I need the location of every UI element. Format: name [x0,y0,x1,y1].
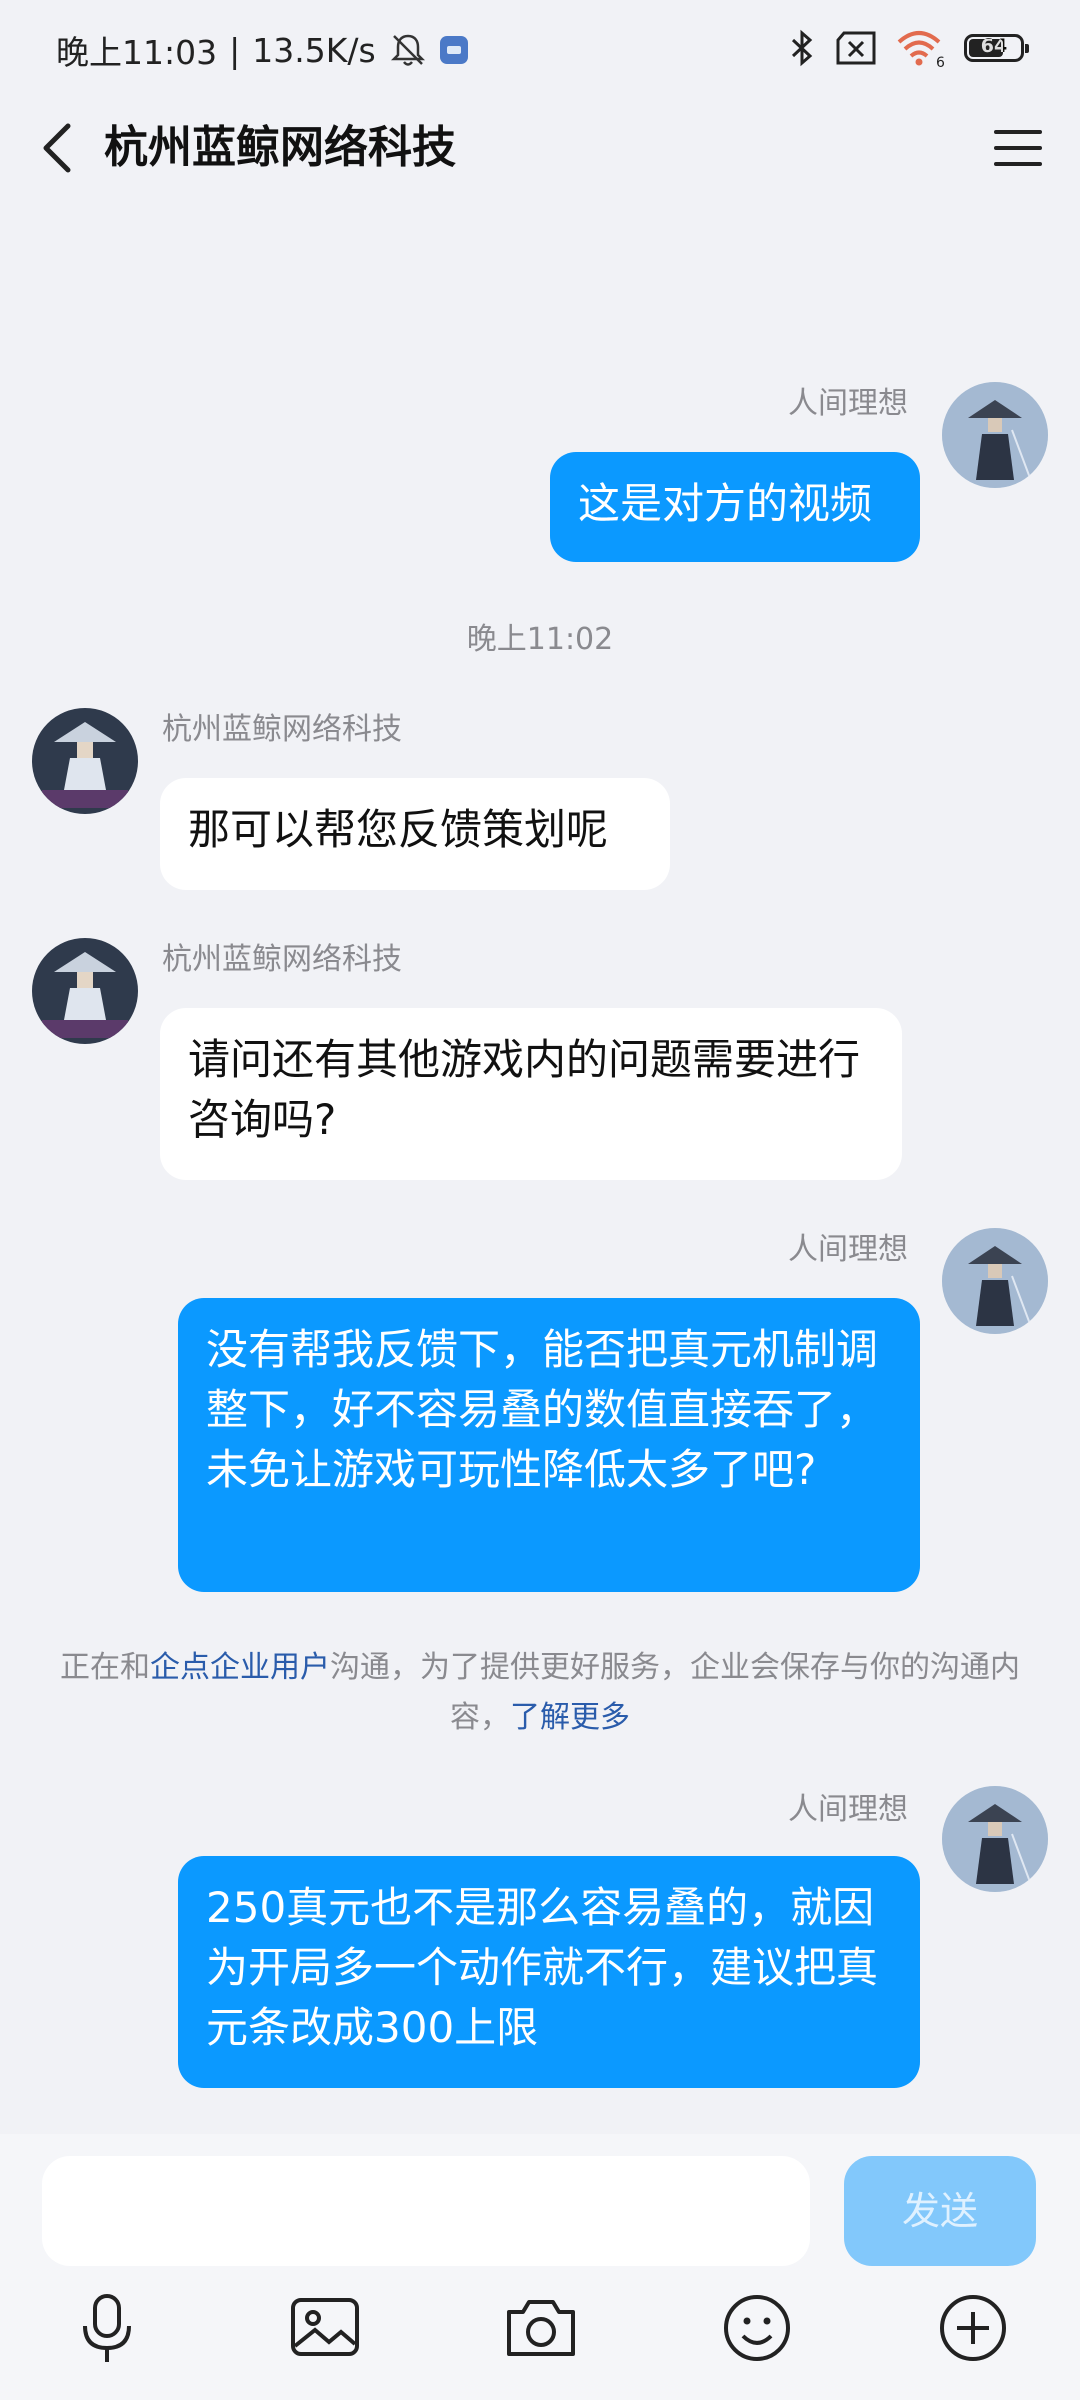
message-bubble-incoming[interactable]: 请问还有其他游戏内的问题需要进行咨询吗? [160,1008,902,1180]
time-separator: 晚上11:02 [466,622,614,657]
send-button[interactable]: 发送 [844,2156,1036,2266]
nav-bar: 杭州蓝鲸网络科技 [0,100,1080,196]
message-bubble-outgoing[interactable]: 没有帮我反馈下，能否把真元机制调整下，好不容易叠的数值直接吞了，未免让游戏可玩性… [178,1298,920,1592]
message-sender: 杭州蓝鲸网络科技 [162,942,402,977]
notice-middle: 沟通，为了提供更好服务，企业会保存与你的沟通内容， [330,1650,1020,1735]
message-sender: 人间理想 [788,386,908,421]
learn-more-link[interactable]: 了解更多 [510,1700,630,1735]
contact-avatar[interactable] [32,708,138,814]
emoji-icon[interactable] [717,2288,797,2368]
status-left: 晚上11:03 | 13.5K/s [56,26,468,74]
swordsman-avatar-icon [942,382,1048,488]
mute-bell-icon [390,34,425,66]
message-bubble-outgoing[interactable]: 这是对方的视频 [550,452,920,562]
message-sender: 人间理想 [788,1792,908,1827]
chat-title: 杭州蓝鲸网络科技 [104,122,456,173]
bluetooth-icon [791,29,813,67]
swordsman-avatar-icon [32,708,138,814]
status-divider: | [229,30,241,70]
back-arrow-icon[interactable] [30,118,90,178]
wifi-icon: 6 [897,31,945,68]
no-sim-icon [836,31,876,65]
swordsman-avatar-icon [32,938,138,1044]
plus-icon[interactable] [933,2288,1013,2368]
camera-icon[interactable] [501,2288,581,2368]
battery-icon: 64 [964,34,1029,62]
menu-icon[interactable] [988,118,1048,178]
enterprise-user-link[interactable]: 企点企业用户 [150,1650,330,1685]
status-right: 6 64 [788,28,1029,68]
swordsman-avatar-icon [942,1228,1048,1334]
network-speed: 13.5K/s [252,30,376,70]
status-bar: 晚上11:03 | 13.5K/s 6 64 [0,0,1080,100]
status-time: 晚上11:03 [56,33,218,72]
message-input[interactable] [42,2156,810,2266]
enterprise-notice: 正在和企点企业用户沟通，为了提供更好服务，企业会保存与你的沟通内容，了解更多 [60,1643,1020,1743]
user-avatar[interactable] [942,1228,1048,1334]
app-notification-icon [439,36,468,64]
user-avatar[interactable] [942,1786,1048,1892]
chat-screen: 晚上11:03 | 13.5K/s 6 64 杭州蓝鲸网络科技 人间理想 这是对… [0,0,1080,2400]
microphone-icon[interactable] [67,2288,147,2368]
message-bubble-incoming[interactable]: 那可以帮您反馈策划呢 [160,778,670,890]
battery-level: 64 [980,35,1008,57]
message-sender: 人间理想 [788,1232,908,1267]
swordsman-avatar-icon [942,1786,1048,1892]
svg-text:6: 6 [936,55,945,68]
message-bubble-outgoing[interactable]: 250真元也不是那么容易叠的，就因为开局多一个动作就不行，建议把真元条改成300… [178,1856,920,2088]
message-sender: 杭州蓝鲸网络科技 [162,712,402,747]
image-icon[interactable] [285,2288,365,2368]
contact-avatar[interactable] [32,938,138,1044]
notice-prefix: 正在和 [60,1650,150,1685]
user-avatar[interactable] [942,382,1048,488]
